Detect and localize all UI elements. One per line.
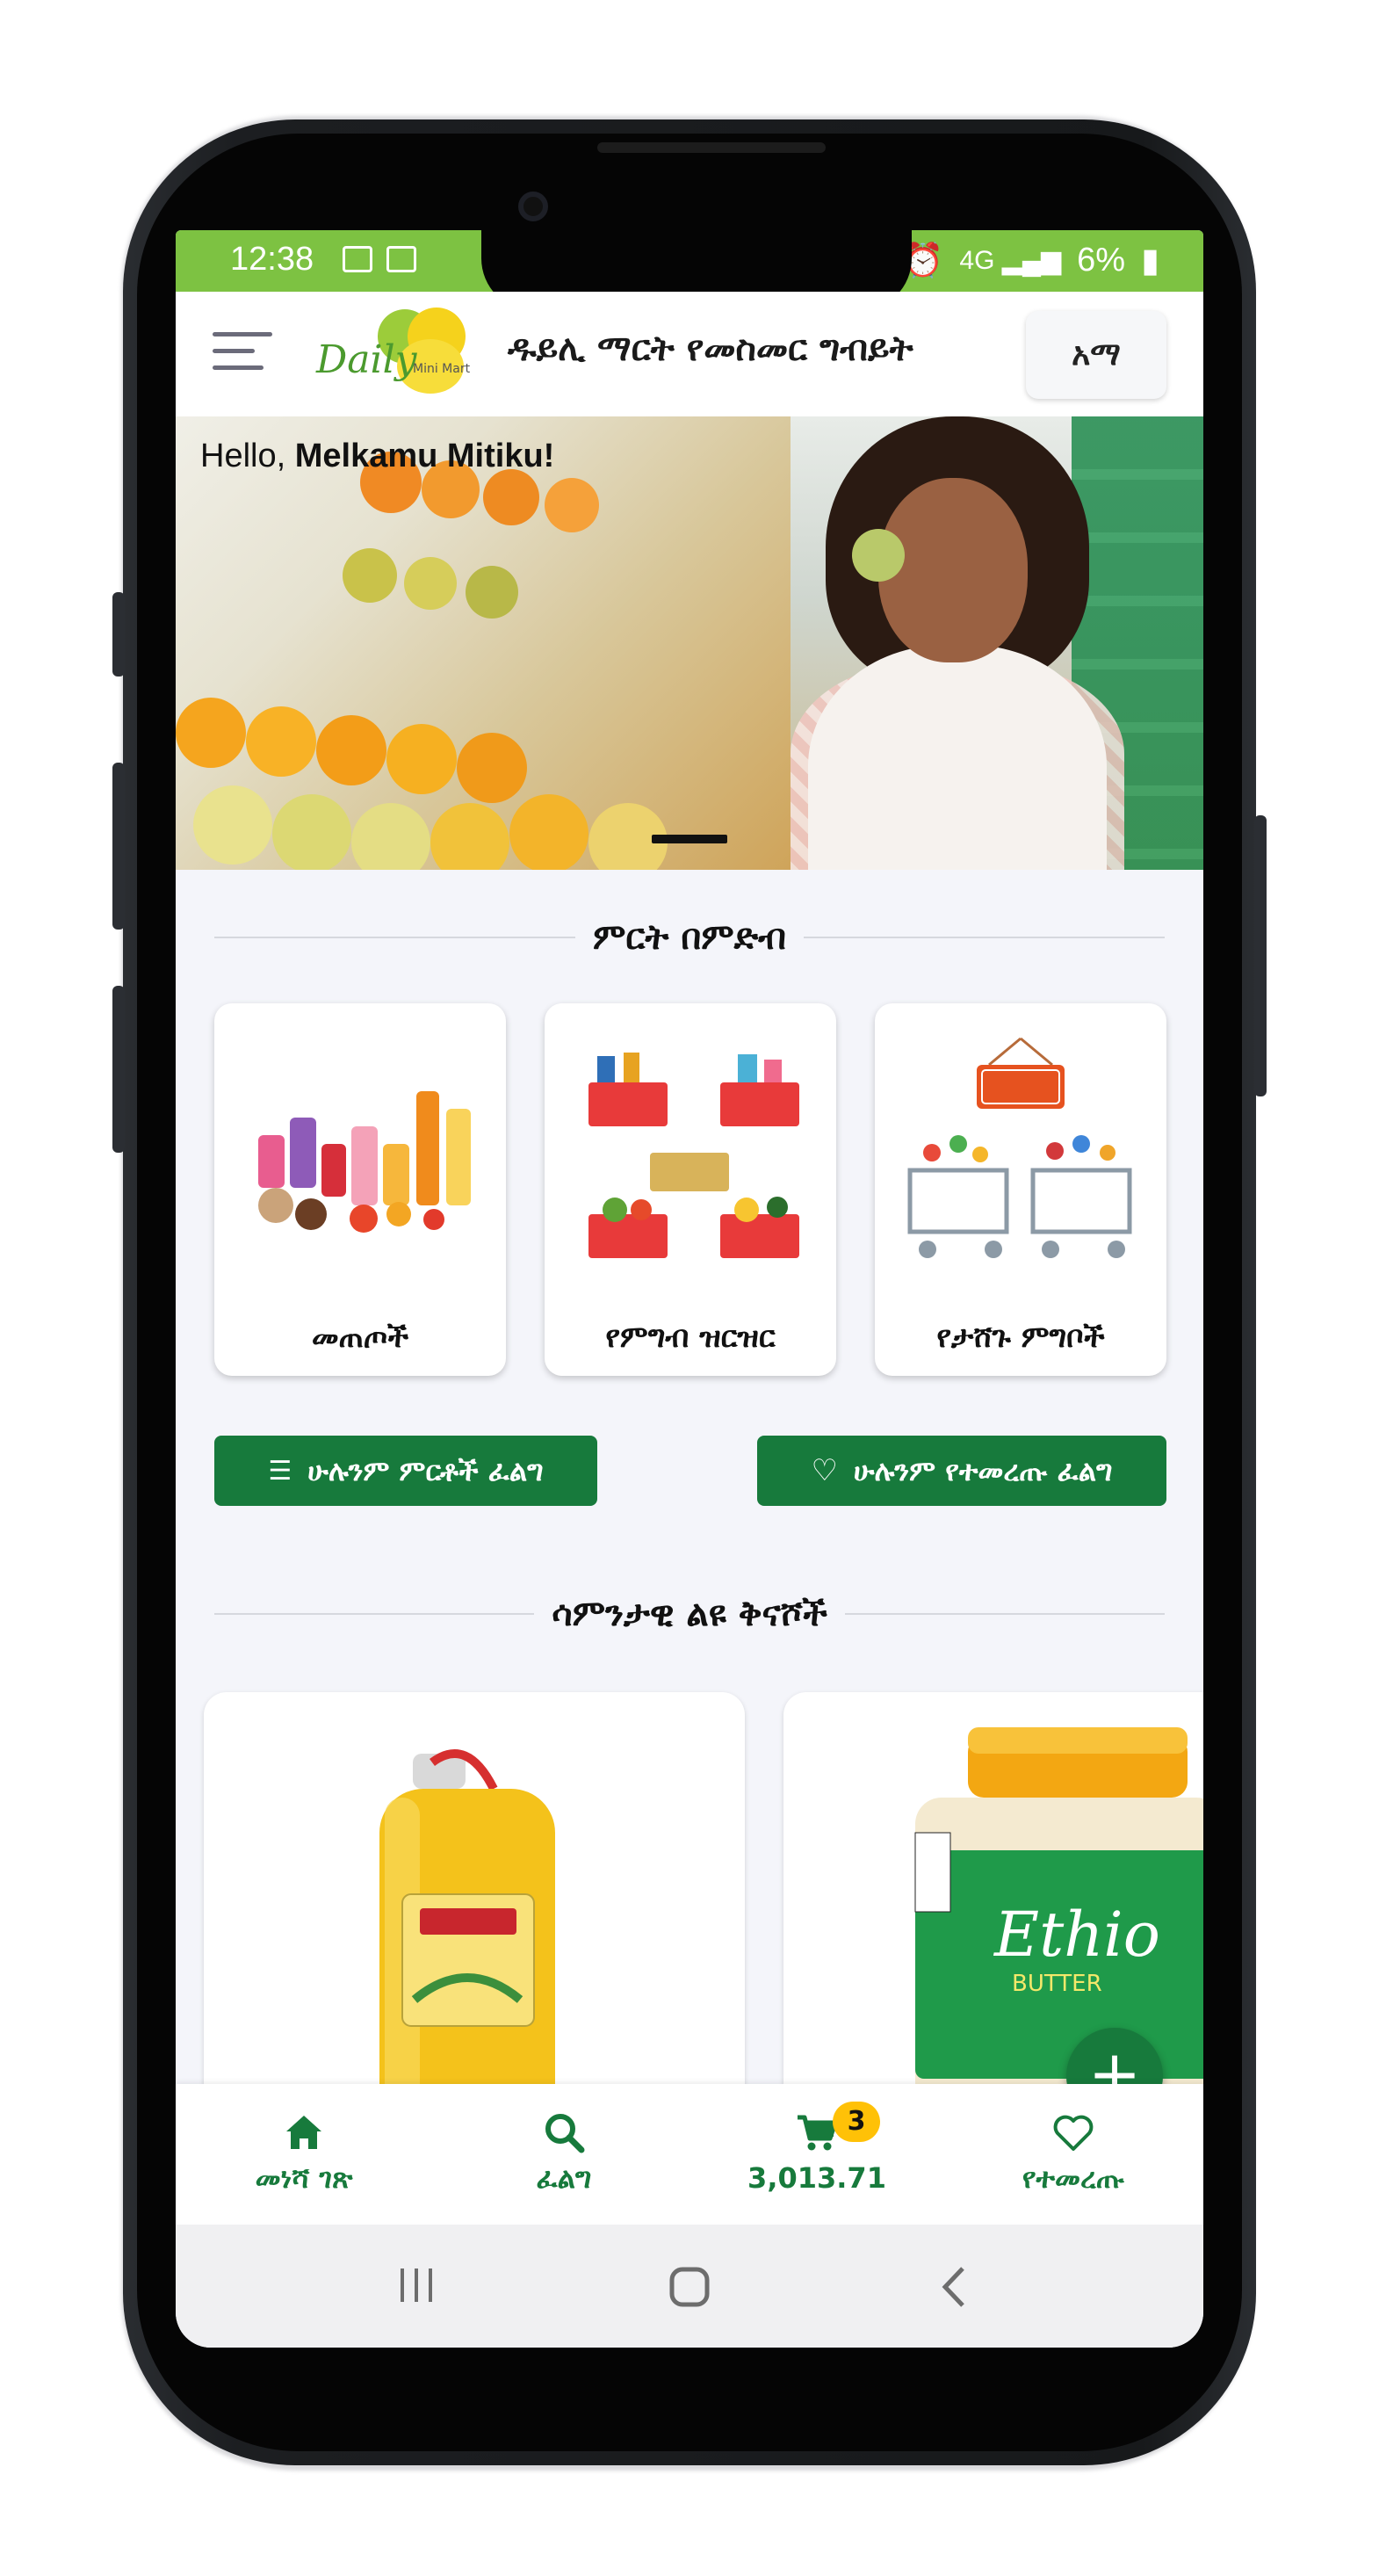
greeting-text: Hello, Melkamu Mitiku! <box>200 438 554 475</box>
category-label: የምግብ ዝርዝር <box>605 1320 776 1355</box>
divider <box>844 1613 1165 1615</box>
language-switch-button[interactable]: አማ <box>1026 311 1166 399</box>
promo-banner[interactable]: Hello, Melkamu Mitiku! <box>176 416 1203 870</box>
divider <box>214 1613 535 1615</box>
list-icon: ☰ <box>268 1455 292 1487</box>
model-face <box>878 478 1028 662</box>
home-nav-icon[interactable] <box>668 2265 711 2309</box>
nav-cart[interactable]: 3 3,013.71 <box>689 2084 945 2225</box>
app-title: ዱይሊ ማርት የመስመር ግብይት <box>508 329 913 369</box>
fruit-decoration <box>176 698 246 768</box>
category-label: የታሸጉ ምግቦች <box>936 1320 1105 1355</box>
app-bar: Daily Mini Mart ዱይሊ ማርት የመስመር ግብይት አማ <box>176 292 1203 416</box>
nav-home-label: መነሻ ገጽ <box>255 2161 353 2195</box>
apple-image <box>852 529 905 582</box>
heart-icon: ♡ <box>811 1453 838 1488</box>
nav-search-label: ፈልግ <box>536 2161 592 2195</box>
logo-wordmark: Daily <box>316 337 417 382</box>
browse-all-products-label: ሁሉንም ምርቶች ፈልግ <box>307 1453 544 1487</box>
browse-all-products-button[interactable]: ☰ ሁሉንም ምርቶች ፈልግ <box>214 1436 597 1506</box>
weekly-specials-heading: ሳምንታዊ ልዩ ቅናሾች <box>214 1592 1165 1636</box>
heart-icon <box>1053 2115 1094 2151</box>
nav-favorites-label: የተመረጡ <box>1022 2161 1125 2195</box>
menu-line <box>213 365 264 370</box>
battery-percent: 6% <box>1077 242 1126 279</box>
fruit-decoration <box>483 469 539 525</box>
nav-search[interactable]: ፈልግ <box>436 2084 692 2225</box>
cart-count-badge: 3 <box>833 2102 880 2142</box>
category-card-packaged-food[interactable]: የታሸጉ ምግቦች <box>875 1003 1166 1376</box>
signal-icon: 4G ▂▄▆ <box>959 246 1062 275</box>
greeting-username: Melkamu Mitiku! <box>294 438 555 474</box>
model-top <box>808 645 1107 870</box>
svg-text:BUTTER: BUTTER <box>1012 1971 1102 1997</box>
fruit-decoration <box>466 566 518 619</box>
shopping-carts-image <box>907 1037 1132 1258</box>
category-card-groceries[interactable]: የምግብ ዝርዝር <box>545 1003 836 1376</box>
menu-line <box>213 332 272 336</box>
fruit-decoration <box>343 548 397 603</box>
wifi-notification-icon <box>386 246 416 272</box>
status-time: 12:38 <box>230 241 314 278</box>
speaker-grille <box>597 142 826 153</box>
fruit-decoration <box>272 794 351 870</box>
bottom-navigation: መነሻ ገጽ ፈልግ 3 3,013.71 የተመረጡ <box>176 2084 1203 2225</box>
volume-down-button <box>112 986 125 1153</box>
recent-apps-icon[interactable] <box>397 2265 437 2305</box>
front-camera <box>518 192 548 221</box>
power-button <box>1254 815 1267 1096</box>
app-screen: 12:38 ⚿ ⏰ 4G ▂▄▆ 6% ▮ Daily Mini Mart ዱይ… <box>176 230 1203 2348</box>
system-navigation-bar <box>176 2225 1203 2348</box>
menu-line <box>213 349 255 353</box>
fruit-decoration <box>316 715 386 785</box>
categories-heading: ምርት በምድብ <box>214 915 1166 959</box>
image-notification-icon <box>343 246 372 272</box>
fruit-decoration <box>457 733 527 803</box>
fruit-decoration <box>386 724 457 794</box>
volume-up-button <box>112 763 125 930</box>
cart-total: 3,013.71 <box>747 2161 886 2195</box>
categories-title: ምርት በምድብ <box>592 917 787 958</box>
fruit-decoration <box>246 706 316 777</box>
category-label: መጠጦች <box>311 1320 409 1355</box>
back-icon[interactable] <box>936 2265 971 2309</box>
search-icon <box>545 2114 585 2153</box>
fruit-decoration <box>509 794 588 870</box>
fruit-decoration <box>404 557 457 610</box>
nav-home[interactable]: መነሻ ገጽ <box>176 2084 432 2225</box>
menu-icon[interactable] <box>213 332 272 374</box>
browse-all-favorites-button[interactable]: ♡ ሁሉንም የተመረጡ ፈልግ <box>757 1436 1166 1506</box>
divider <box>804 937 1166 938</box>
logo-subtext: Mini Mart <box>413 362 471 376</box>
home-icon <box>286 2116 321 2149</box>
weekly-specials-title: ሳምንታዊ ልዩ ቅናሾች <box>552 1594 827 1634</box>
category-card-beverages[interactable]: መጠጦች <box>214 1003 506 1376</box>
fruit-decoration <box>193 785 272 865</box>
browse-all-favorites-label: ሁሉንም የተመረጡ ፈልግ <box>853 1453 1113 1487</box>
divider <box>214 937 575 938</box>
greeting-prefix: Hello, <box>200 438 286 474</box>
carousel-indicator[interactable] <box>652 835 727 843</box>
volume-button <box>112 592 125 677</box>
grocery-baskets-image <box>588 1053 799 1258</box>
battery-icon: ▮ <box>1141 242 1159 279</box>
svg-text:Ethio: Ethio <box>993 1899 1160 1971</box>
fruit-decoration <box>545 478 599 532</box>
beverages-image <box>258 1091 471 1233</box>
nav-favorites[interactable]: የተመረጡ <box>945 2084 1202 2225</box>
daily-mart-logo[interactable]: Daily Mini Mart <box>316 308 471 404</box>
